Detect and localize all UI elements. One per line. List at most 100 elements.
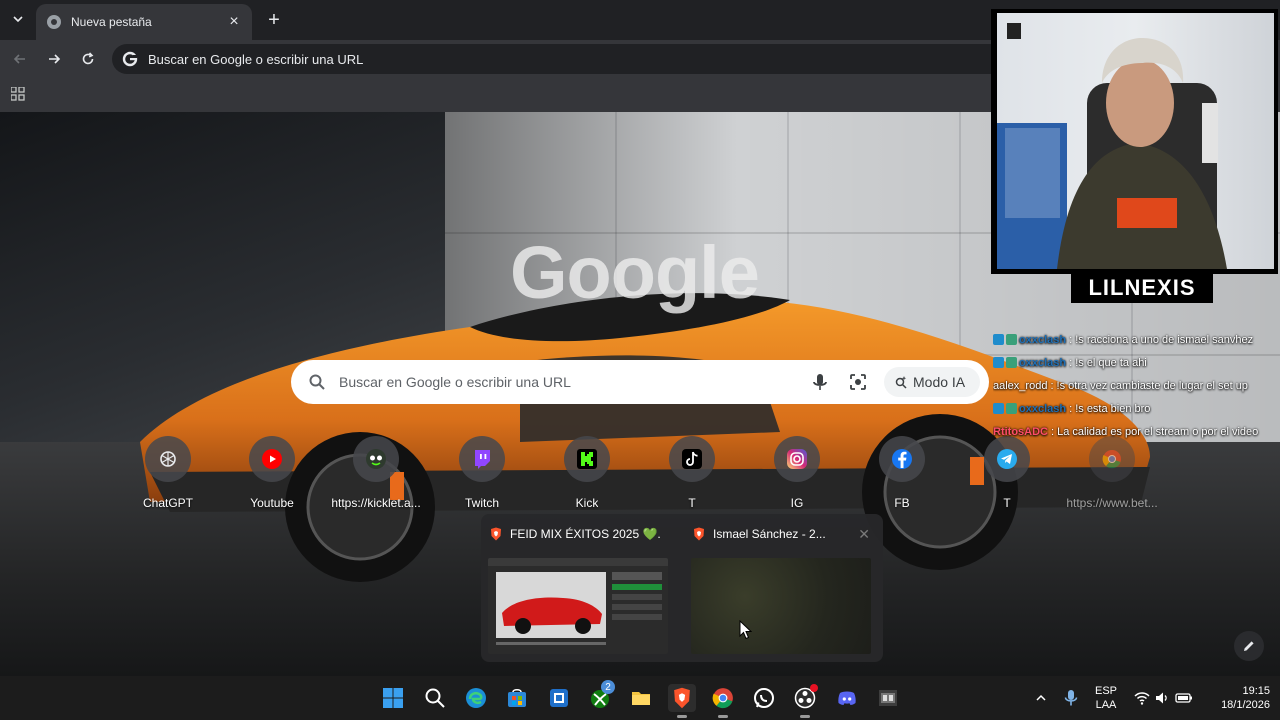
google-g-icon [122, 51, 138, 67]
shortcut-circle [564, 436, 610, 482]
shortcut-circle [459, 436, 505, 482]
customize-button[interactable] [1234, 631, 1264, 661]
shortcut-chatgpt[interactable]: ChatGPT [116, 436, 220, 516]
shortcut-youtube[interactable]: Youtube [220, 436, 324, 516]
chat-text: : !s otra vez cambiaste de lugar el set … [1050, 379, 1248, 392]
mouse-cursor-icon [739, 620, 753, 640]
sparkle-search-icon [895, 376, 907, 389]
chat-badge-icon [993, 357, 1004, 368]
preview-header: FEID MIX ÉXITOS 2025 💚... [481, 520, 673, 548]
chevron-down-icon [13, 16, 23, 23]
chat-text: : La calidad es por el stream o por el v… [1051, 425, 1259, 438]
chat-message: oxxclash : !s esta bien bro [993, 397, 1280, 420]
shortcut-label: Youtube [250, 496, 294, 510]
taskbar-store[interactable] [503, 684, 531, 712]
ai-mode-label: Modo IA [913, 374, 966, 390]
shortcut-tiktok[interactable]: T [640, 436, 744, 516]
chat-username: oxxclash [1019, 356, 1067, 369]
brave-icon [491, 527, 501, 541]
chrome-tab-icon [47, 15, 61, 29]
ntp-search-box[interactable]: Buscar en Google o escribir una URL Modo… [291, 360, 989, 404]
shortcut-kicklet[interactable]: https://kicklet.a... [324, 436, 428, 516]
instagram-icon [787, 449, 807, 469]
shortcut-label: Twitch [464, 496, 499, 510]
recording-indicator [810, 684, 818, 692]
clock[interactable]: 19:15 18/1/2026 [1204, 684, 1270, 712]
taskbar-obs[interactable] [791, 684, 819, 718]
taskbar-search-button[interactable] [421, 684, 449, 712]
language-indicator[interactable]: ESP LAA [1092, 684, 1120, 712]
taskbar-edge[interactable] [462, 684, 490, 712]
brave-icon [674, 687, 690, 709]
tab-title: Nueva pestaña [71, 15, 152, 29]
reload-button[interactable] [76, 47, 100, 71]
taskbar-window-preview: FEID MIX ÉXITOS 2025 💚... Ismael Sánchez… [481, 514, 883, 662]
microphone-icon [1064, 690, 1078, 706]
shortcut-circle [145, 436, 191, 482]
microsoft-store-icon [508, 689, 526, 707]
chat-message: oxxclash : !s el que ta ahi [993, 351, 1280, 374]
taskbar-app-blue[interactable] [545, 684, 573, 712]
taskbar-brave[interactable] [668, 684, 696, 718]
tab-close-button[interactable]: × [226, 13, 242, 31]
chrome-icon [1102, 450, 1121, 469]
language-code: ESP [1094, 685, 1117, 697]
shortcut-facebook[interactable]: FB [850, 436, 954, 516]
taskbar-chrome[interactable] [709, 684, 737, 718]
shortcut-twitch[interactable]: Twitch [430, 436, 534, 516]
new-tab-button[interactable]: + [262, 8, 286, 32]
tab-new-tab[interactable]: Nueva pestaña × [36, 4, 252, 40]
shortcut-circle [353, 436, 399, 482]
volume-icon [1156, 692, 1167, 704]
reload-icon [82, 52, 94, 65]
ai-mode-button[interactable]: Modo IA [884, 367, 980, 397]
webcam-overlay [991, 9, 1278, 274]
google-lens-icon[interactable] [848, 372, 868, 392]
kick-icon [577, 449, 597, 469]
microphone-icon[interactable] [810, 372, 830, 392]
shortcut-circle [669, 436, 715, 482]
telegram-icon [997, 449, 1017, 469]
back-button[interactable] [8, 47, 32, 71]
preview-close-button[interactable]: ✕ [858, 526, 870, 543]
battery-icon [1175, 693, 1192, 703]
tray-overflow-button[interactable] [1027, 684, 1055, 712]
clock-date: 18/1/2026 [1221, 699, 1270, 711]
preview-thumbnail [691, 558, 871, 654]
taskbar-file-explorer[interactable] [627, 684, 655, 712]
shortcut-circle [774, 436, 820, 482]
taskbar-xbox[interactable]: 2 [586, 680, 615, 712]
shortcut-label: ChatGPT [142, 496, 193, 510]
shortcut-instagram[interactable]: IG [745, 436, 849, 516]
tab-search-button[interactable] [6, 7, 30, 31]
apps-grid-icon[interactable] [11, 87, 25, 101]
taskbar-game[interactable] [874, 684, 902, 712]
shortcut-kick[interactable]: Kick [535, 436, 639, 516]
shortcut-bet[interactable]: https://www.bet... [1060, 436, 1164, 516]
shortcut-telegram[interactable]: T [955, 436, 1059, 516]
brave-icon [694, 527, 704, 541]
arrow-left-icon [13, 54, 25, 64]
pencil-icon [1244, 641, 1254, 651]
preview-window-1[interactable]: FEID MIX ÉXITOS 2025 💚... [481, 520, 673, 658]
start-button[interactable] [379, 684, 407, 712]
widgets-app-icon [550, 689, 568, 707]
preview-title: Ismael Sánchez - 2... [713, 527, 826, 541]
preview-window-2[interactable]: Ismael Sánchez - 2... ✕ [684, 520, 876, 658]
taskbar-discord[interactable] [833, 684, 861, 712]
forward-button[interactable] [42, 47, 66, 71]
shortcut-circle [879, 436, 925, 482]
shortcut-label: https://kicklet.a... [331, 496, 421, 510]
tray-microphone[interactable] [1057, 684, 1085, 712]
chat-badge-icon [993, 403, 1004, 414]
chat-text: : !s esta bien bro [1069, 402, 1151, 415]
chat-badge-icon [1006, 334, 1017, 345]
chevron-up-icon [1036, 694, 1046, 701]
shortcut-label: Kick [575, 496, 599, 510]
shortcut-label: IG [790, 496, 804, 510]
arrow-right-icon [49, 54, 61, 64]
tiktok-icon [682, 449, 702, 469]
taskbar-whatsapp[interactable] [750, 684, 778, 712]
tray-battery[interactable] [1170, 684, 1198, 712]
streamer-webcam-image [997, 23, 1227, 269]
